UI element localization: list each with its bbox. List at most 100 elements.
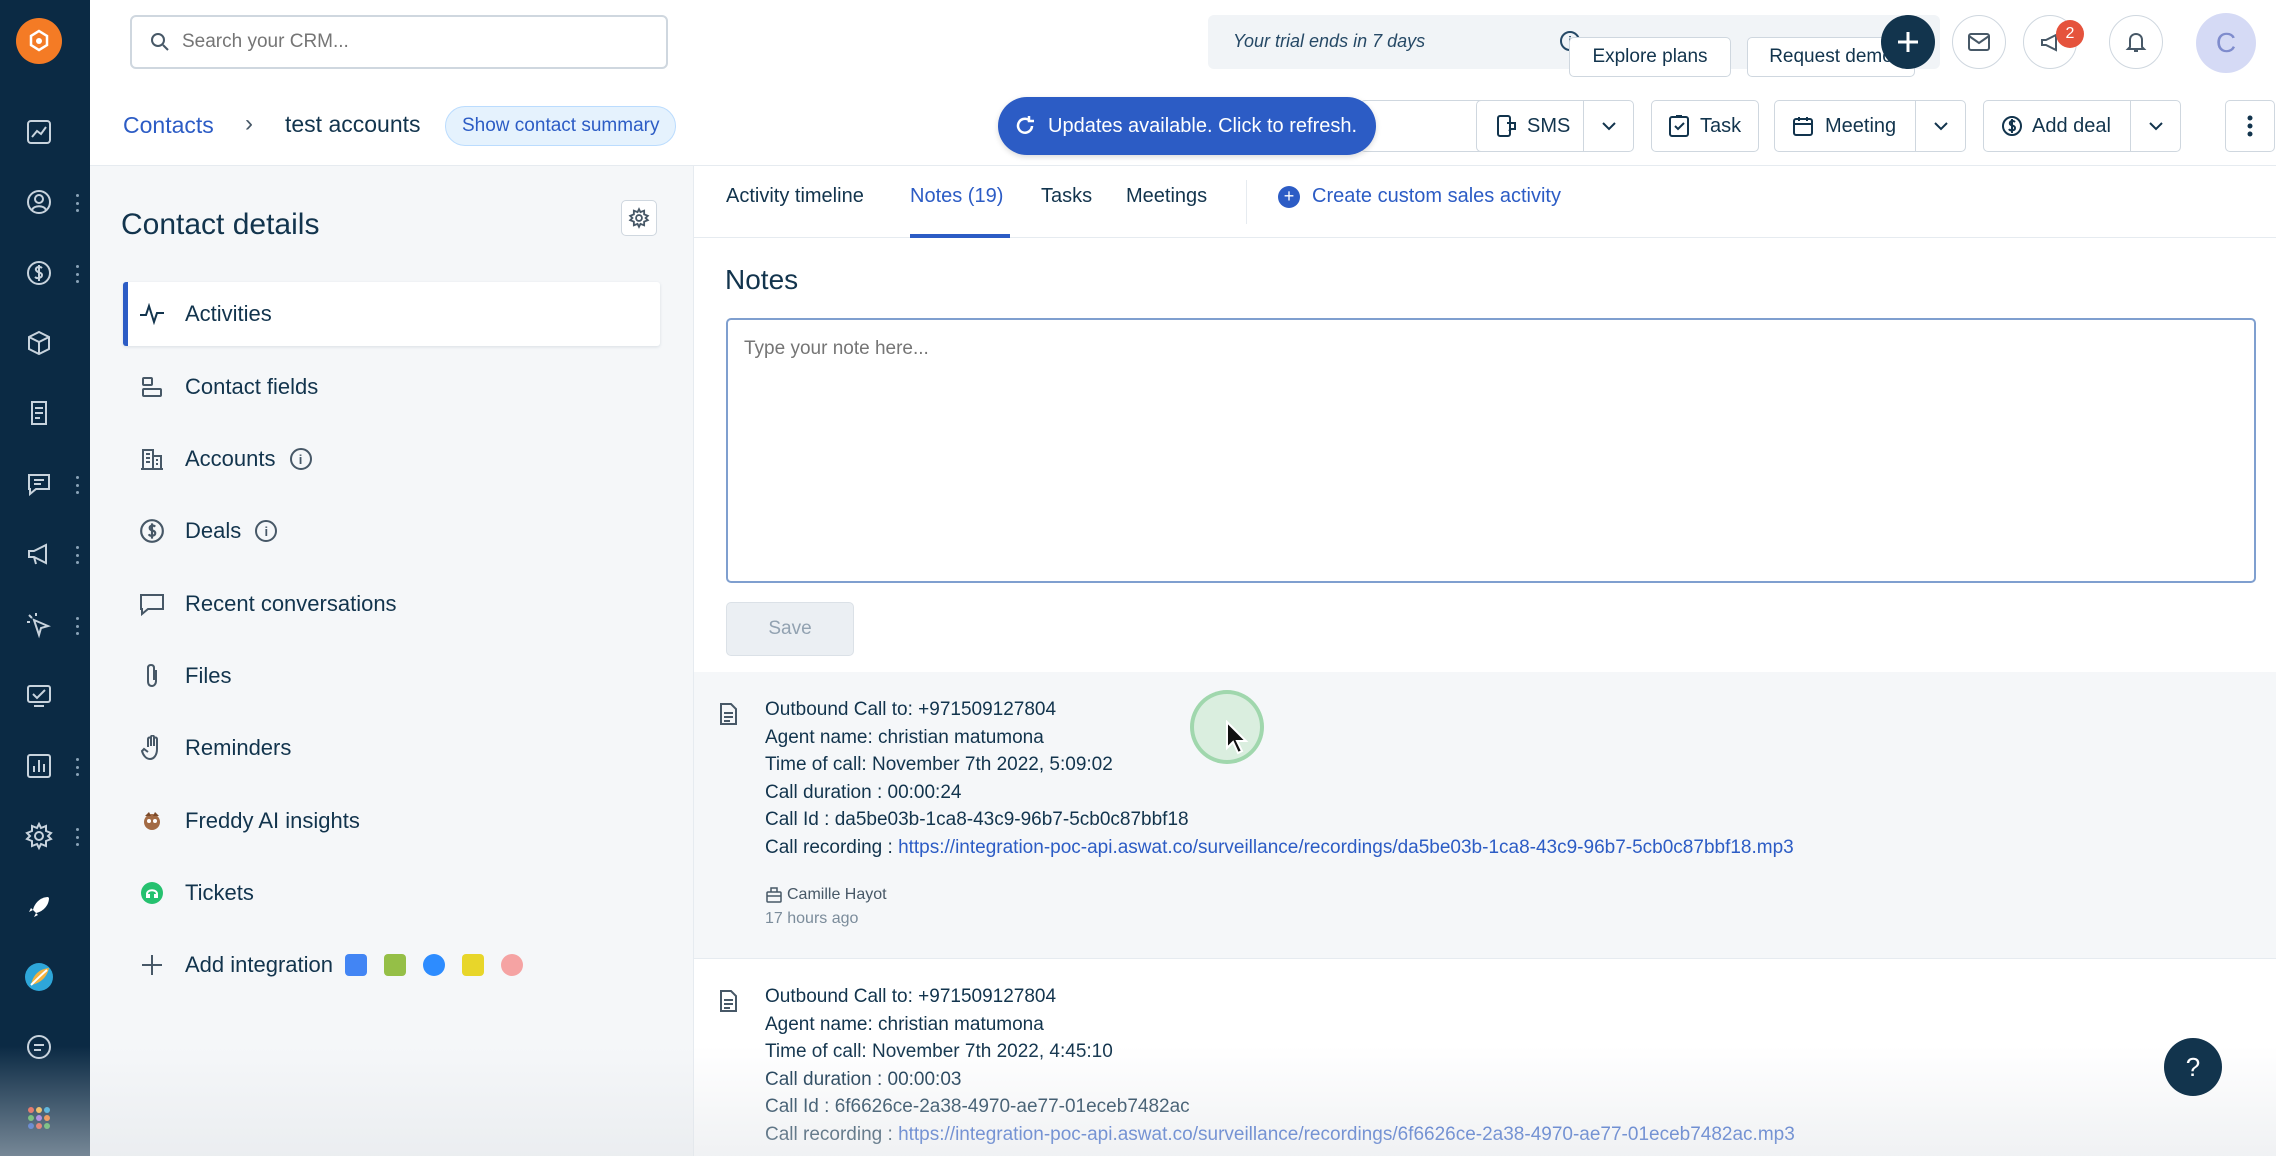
mouse-cursor-icon [1226, 720, 1249, 755]
explore-plans-button[interactable]: Explore plans [1569, 37, 1731, 77]
note-line-agent: Agent name: christian matumona [765, 726, 1044, 748]
settings-icon[interactable] [20, 817, 58, 855]
nav-contact-fields-label: Contact fields [185, 374, 319, 399]
meeting-dropdown-chevron-icon[interactable] [1915, 101, 1965, 151]
sms-dropdown-chevron-icon[interactable] [1583, 101, 1633, 151]
add-deal-dropdown-chevron-icon[interactable] [2130, 101, 2180, 151]
deals-icon[interactable] [20, 254, 58, 292]
help-button[interactable]: ? [2164, 1038, 2222, 1096]
task-checkbox-icon [1669, 115, 1689, 137]
products-icon[interactable] [20, 324, 58, 362]
shopify-icon[interactable] [384, 954, 406, 976]
top-bar: Your trial ends in 7 days i Explore plan… [90, 0, 2276, 86]
notifications-button[interactable] [2109, 15, 2163, 69]
global-search[interactable] [130, 15, 668, 69]
left-nav-rail [0, 0, 90, 1156]
tab-meetings[interactable]: Meetings [1126, 185, 1207, 208]
deals-info-icon[interactable]: i [255, 520, 278, 542]
tab-tasks[interactable]: Tasks [1041, 185, 1092, 208]
zoom-icon[interactable] [423, 954, 445, 976]
note-item: Outbound Call to: +971509127804 Agent na… [694, 958, 2276, 1156]
integration-icons [345, 954, 540, 976]
user-avatar[interactable]: C [2196, 13, 2256, 73]
create-custom-sales-activity-link[interactable]: + Create custom sales activity [1278, 185, 1561, 208]
documents-icon[interactable] [20, 394, 58, 432]
nav-add-integration[interactable]: Add integration [123, 933, 660, 997]
nav-deals[interactable]: Deals i [123, 499, 660, 563]
quick-add-button[interactable] [1881, 15, 1935, 69]
note-timestamp: 17 hours ago [765, 910, 859, 927]
dashboard-icon[interactable] [20, 113, 58, 151]
tab-notes[interactable]: Notes (19) [910, 185, 1003, 208]
download-app-icon[interactable] [462, 954, 484, 976]
google-calendar-icon[interactable] [345, 954, 367, 976]
apps-grid-icon[interactable] [20, 1099, 58, 1137]
deals-more-icon[interactable] [74, 265, 80, 283]
meeting-button[interactable]: Meeting [1774, 100, 1966, 152]
nav-reminders[interactable]: Reminders [123, 716, 660, 780]
campaigns-icon[interactable] [20, 535, 58, 573]
conversations-icon[interactable] [20, 465, 58, 503]
breadcrumb-current-contact: test accounts [285, 111, 421, 137]
asana-icon[interactable] [501, 954, 523, 976]
mail-button[interactable] [1952, 15, 2006, 69]
notes-heading: Notes [725, 264, 799, 295]
nav-recent-conversations-label: Recent conversations [185, 591, 397, 616]
show-contact-summary-button[interactable]: Show contact summary [445, 106, 677, 146]
nav-freddy-ai[interactable]: Freddy AI insights [123, 789, 660, 853]
save-note-button[interactable]: Save [726, 602, 854, 656]
recording-label: Call recording : [765, 836, 899, 858]
trial-text: Your trial ends in 7 days [1233, 31, 1426, 51]
contacts-more-icon[interactable] [74, 194, 80, 212]
panel-settings-gear-icon[interactable] [621, 200, 657, 236]
tab-activity-timeline[interactable]: Activity timeline [726, 185, 864, 208]
nav-files[interactable]: Files [123, 644, 660, 708]
plus-circle-icon: + [1278, 185, 1300, 208]
note-body: Outbound Call to: +971509127804 Agent na… [765, 983, 1795, 1148]
chat-icon[interactable] [20, 1028, 58, 1066]
launch-rocket-icon[interactable] [20, 888, 58, 926]
settings-more-icon[interactable] [74, 828, 80, 846]
breadcrumb-separator: › [245, 110, 253, 137]
sequences-more-icon[interactable] [74, 617, 80, 635]
reports-icon[interactable] [20, 747, 58, 785]
nav-activities[interactable]: Activities [123, 282, 660, 346]
tab-divider [1246, 180, 1247, 224]
note-line-time: Time of call: November 7th 2022, 5:09:02 [765, 754, 1113, 775]
sms-button[interactable]: SMS [1476, 100, 1634, 152]
search-input[interactable] [182, 31, 622, 53]
nav-recent-conversations[interactable]: Recent conversations [123, 572, 660, 636]
nav-contact-fields[interactable]: Contact fields [123, 355, 660, 419]
note-line-call-id: Call Id : 6f6626ce-2a38-4970-ae77-01eceb… [765, 1096, 1190, 1117]
more-actions-kebab-icon[interactable] [2225, 100, 2275, 152]
campaigns-more-icon[interactable] [74, 546, 80, 564]
marketplace-icon[interactable] [20, 676, 58, 714]
contact-details-panel: Contact details Activities Contact field… [90, 166, 694, 1156]
nav-deals-label: Deals [185, 518, 242, 543]
updates-available-toast[interactable]: Updates available. Click to refresh. [998, 97, 1376, 155]
conversations-more-icon[interactable] [74, 476, 80, 494]
recording-link[interactable]: https://integration-poc-api.aswat.co/sur… [898, 837, 1794, 858]
mail-icon [1968, 33, 1990, 51]
contacts-icon[interactable] [20, 183, 58, 221]
breadcrumb-contacts-link[interactable]: Contacts [123, 112, 214, 139]
freshworks-icon[interactable] [20, 958, 58, 996]
add-deal-button[interactable]: Add deal [1983, 100, 2181, 152]
note-line-duration: Call duration : 00:00:24 [765, 781, 962, 803]
sms-icon [1497, 115, 1516, 137]
sales-sequences-icon[interactable] [20, 606, 58, 644]
main-content: Activity timeline Notes (19) Tasks Meeti… [694, 166, 2276, 1156]
dollar-circle-icon [2002, 116, 2022, 136]
nav-tickets[interactable]: Tickets [123, 861, 660, 925]
task-button[interactable]: Task [1651, 100, 1759, 152]
recording-link[interactable]: https://integration-poc-api.aswat.co/sur… [898, 1124, 1795, 1145]
reports-more-icon[interactable] [74, 758, 80, 776]
chat-bubble-icon [137, 589, 167, 619]
accounts-info-icon[interactable]: i [289, 448, 312, 470]
note-textarea[interactable] [726, 318, 2256, 583]
freshsales-logo-icon[interactable] [16, 18, 62, 64]
nav-reminders-label: Reminders [185, 735, 292, 760]
nav-accounts[interactable]: Accounts i [123, 427, 660, 491]
refresh-icon [1016, 116, 1034, 134]
search-icon [151, 33, 169, 51]
